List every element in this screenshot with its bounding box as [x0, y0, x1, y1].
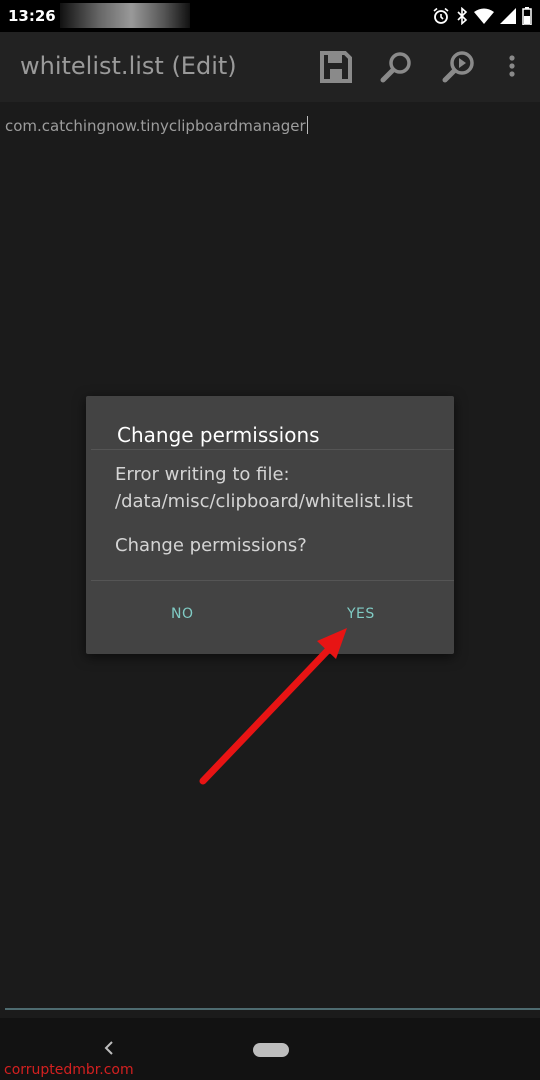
text-caret	[306, 116, 308, 134]
bluetooth-icon	[457, 7, 468, 25]
dialog-title: Change permissions	[117, 423, 320, 447]
clock: 13:26	[8, 7, 56, 25]
signal-icon	[500, 8, 516, 24]
app-bar: whitelist.list (Edit)	[0, 32, 540, 102]
watermark: corruptedmbr.com	[4, 1062, 134, 1078]
blurred-notification	[60, 3, 190, 28]
no-button[interactable]: NO	[171, 606, 194, 622]
dialog-divider	[91, 580, 454, 581]
save-button[interactable]	[318, 49, 354, 85]
status-icons	[432, 6, 532, 26]
dialog-message: Error writing to file: /data/misc/clipbo…	[115, 464, 413, 512]
dialog-divider	[91, 449, 454, 450]
page-title: whitelist.list (Edit)	[20, 52, 237, 80]
yes-button[interactable]: YES	[347, 606, 375, 622]
search-button[interactable]	[379, 49, 415, 85]
home-button[interactable]	[253, 1043, 289, 1057]
find-next-icon	[442, 51, 474, 83]
alarm-icon	[433, 7, 449, 24]
navigation-bar: corruptedmbr.com	[0, 1018, 540, 1080]
save-icon	[320, 51, 352, 83]
status-bar: 13:26	[0, 0, 540, 32]
overflow-menu-icon	[509, 55, 515, 77]
find-next-button[interactable]	[441, 49, 477, 85]
dialog-question: Change permissions?	[115, 535, 307, 556]
battery-icon	[522, 7, 532, 25]
wifi-icon	[474, 8, 494, 24]
editor-content[interactable]: com.catchingnow.tinyclipboardmanager	[5, 116, 308, 135]
editor-underline	[5, 1008, 540, 1010]
search-icon	[380, 52, 411, 83]
change-permissions-dialog: Change permissions Error writing to file…	[86, 396, 454, 654]
overflow-menu-button[interactable]	[494, 49, 530, 85]
back-icon[interactable]	[102, 1040, 116, 1056]
